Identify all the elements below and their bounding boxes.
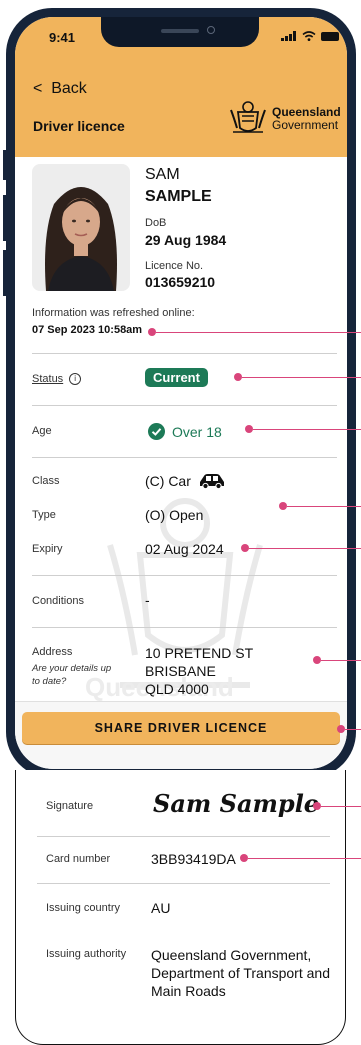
conditions-value: -: [145, 592, 150, 608]
authority-line-1: Queensland Government,: [151, 947, 312, 963]
callout-dot-card-number: [240, 854, 248, 862]
update-prompt-line-2: to date?: [32, 676, 67, 687]
callout-dot-class: [279, 502, 287, 510]
divider: [37, 883, 330, 884]
callout-dot-address: [313, 656, 321, 664]
update-details-link[interactable]: Are your details up to date?: [32, 662, 111, 688]
issuing-country-label: Issuing country: [46, 902, 120, 914]
callout-line: [287, 506, 361, 507]
callout-line: [321, 806, 361, 807]
check-circle-icon: [148, 423, 165, 440]
callout-line: [156, 332, 361, 333]
speaker-grill: [161, 29, 199, 33]
divider: [37, 836, 330, 837]
wifi-icon: [302, 31, 316, 41]
age-value: Over 18: [172, 424, 222, 440]
callout-line: [248, 858, 361, 859]
back-label: Back: [51, 80, 87, 97]
class-value: (C) Car: [145, 473, 191, 489]
info-icon: i: [69, 373, 82, 385]
divider: [32, 405, 337, 406]
status-label: Status: [32, 373, 64, 385]
back-button[interactable]: < Back: [33, 80, 87, 98]
class-label: Class: [32, 475, 60, 487]
card-number-label: Card number: [46, 853, 111, 865]
update-prompt-line-1: Are your details up: [32, 663, 112, 674]
address-line-3: QLD 4000: [145, 681, 209, 697]
callout-dot-refresh: [148, 328, 156, 336]
page-title: Driver licence: [33, 118, 125, 134]
refresh-label: Information was refreshed online:: [32, 307, 195, 319]
camera-icon: [207, 26, 215, 34]
dob-value: 29 Aug 1984: [145, 232, 227, 248]
phone-notch: [101, 17, 259, 47]
signal-icon: [281, 31, 296, 41]
conditions-label: Conditions: [32, 595, 84, 607]
chevron-left-icon: <: [33, 80, 43, 97]
logo-line-1: Queensland: [272, 105, 341, 119]
callout-dot-share: [337, 725, 345, 733]
callout-line: [242, 377, 361, 378]
card-number-value: 3BB93419DA: [151, 851, 236, 867]
qld-logo-text: Queensland Government: [272, 106, 341, 132]
car-icon: [200, 474, 224, 489]
signature-image: Sam Sample: [153, 789, 320, 818]
callout-dot-signature: [313, 802, 321, 810]
queensland-coat-of-arms-icon: [230, 101, 266, 133]
status-badge: Current: [145, 368, 208, 387]
holder-photo: [32, 164, 130, 291]
signature-label: Signature: [46, 800, 94, 812]
status-time: 9:41: [49, 30, 76, 45]
refresh-timestamp: 07 Sep 2023 10:58am: [32, 324, 143, 336]
licence-no-label: Licence No.: [145, 260, 204, 272]
issuing-authority-value: Queensland Government, Department of Tra…: [151, 946, 330, 1000]
phone-side-button: [3, 150, 7, 180]
logo-line-2: Government: [272, 118, 339, 132]
authority-line-3: Main Roads: [151, 983, 226, 999]
divider: [32, 457, 337, 458]
type-label: Type: [32, 509, 56, 521]
holder-first-name: SAM: [145, 166, 180, 183]
battery-icon: [321, 31, 339, 41]
callout-dot-status: [234, 373, 242, 381]
divider: [32, 353, 337, 354]
dob-label: DoB: [145, 217, 167, 229]
status-label-row[interactable]: Status i: [32, 373, 82, 385]
callout-dot-expiry: [241, 544, 249, 552]
address-label: Address: [32, 646, 73, 658]
address-line-1: 10 PRETEND ST: [145, 645, 254, 661]
phone-volume-down: [3, 250, 7, 296]
expiry-value: 02 Aug 2024: [145, 541, 224, 557]
licence-no-value: 013659210: [145, 274, 216, 290]
callout-line: [249, 548, 361, 549]
divider: [32, 627, 337, 628]
expiry-label: Expiry: [32, 543, 63, 555]
address-line-2: BRISBANE: [145, 663, 216, 679]
holder-last-name: SAMPLE: [145, 188, 212, 205]
callout-line: [253, 429, 361, 430]
status-icons: [281, 31, 339, 41]
share-driver-licence-button[interactable]: SHARE DRIVER LICENCE: [22, 712, 340, 744]
type-value: (O) Open: [145, 507, 204, 523]
callout-line: [345, 729, 361, 730]
callout-dot-age: [245, 425, 253, 433]
phone-screen: 9:41 < Back Driver licence Queensland Go…: [15, 17, 347, 769]
age-label: Age: [32, 425, 52, 437]
phone-volume-up: [3, 195, 7, 241]
callout-line: [321, 660, 361, 661]
issuing-authority-label: Issuing authority: [46, 948, 127, 960]
issuing-country-value: AU: [151, 900, 171, 916]
authority-line-2: Department of Transport and: [151, 965, 330, 981]
divider: [32, 575, 337, 576]
address-value: 10 PRETEND ST BRISBANE QLD 4000: [145, 644, 253, 698]
